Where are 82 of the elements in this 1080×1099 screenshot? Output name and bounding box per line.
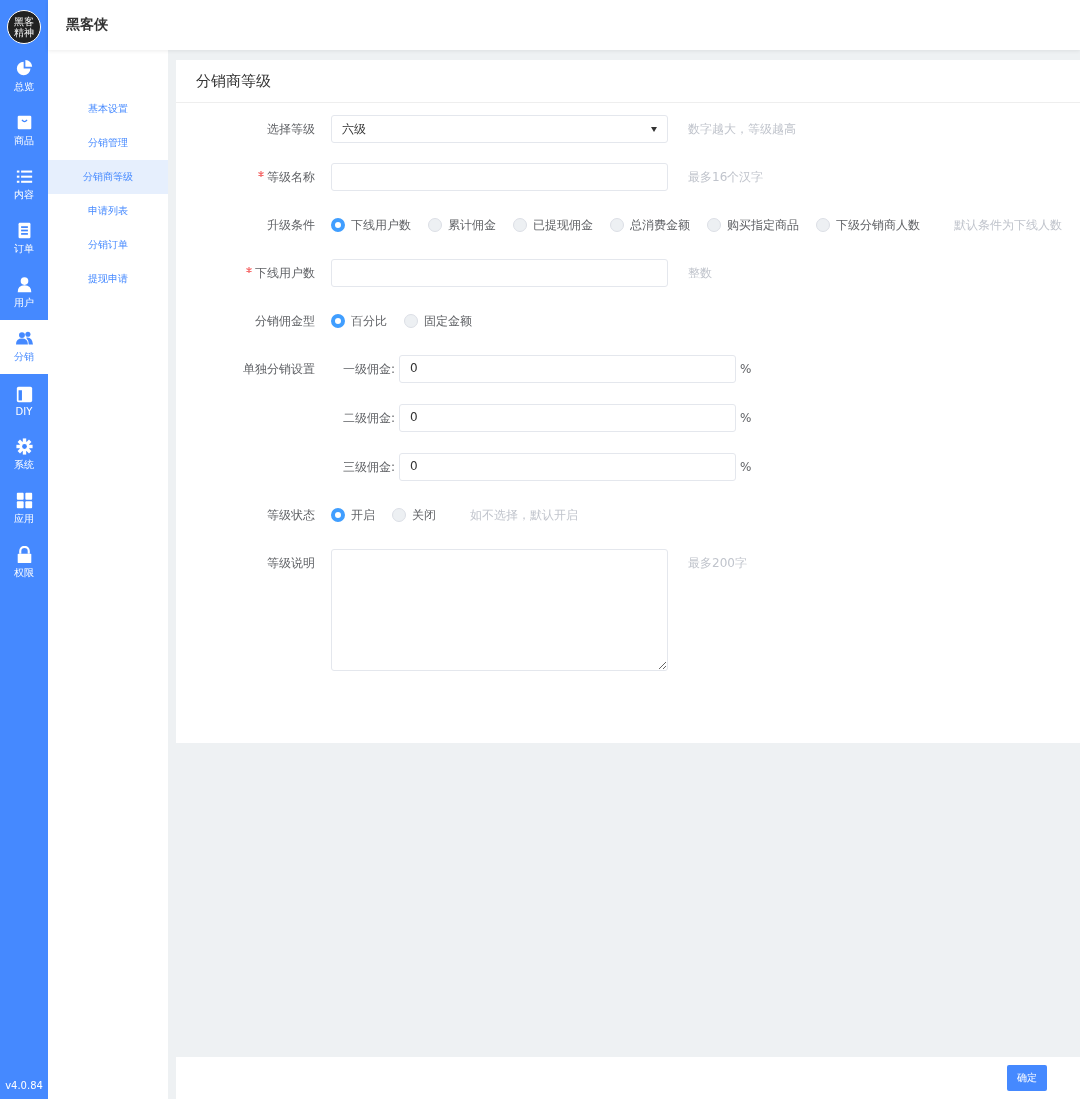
field-label: 等级名称 [267, 170, 315, 184]
radio-button[interactable] [331, 218, 345, 232]
radio-option[interactable]: 固定金额 [404, 312, 472, 330]
option-label: 下线用户数 [351, 216, 411, 234]
grid-icon [15, 492, 33, 509]
version-label: v4.0.84 [4, 1080, 44, 1093]
field-label: 单独分销设置 [243, 362, 315, 376]
nav-item[interactable]: 内容 [0, 158, 48, 212]
field-label: 选择等级 [267, 122, 315, 136]
input-field[interactable]: 0 [399, 453, 736, 481]
nav-item[interactable]: DIY [0, 374, 48, 428]
confirm-button[interactable]: 确定 [1007, 1065, 1047, 1091]
layout-icon [15, 385, 33, 403]
level-select[interactable]: 六级 [331, 115, 668, 143]
option-label: 购买指定商品 [727, 216, 799, 234]
required-icon [258, 171, 264, 177]
user-icon [15, 276, 33, 293]
submenu-item[interactable]: 分销商等级 [48, 160, 168, 194]
field-label: 等级状态 [267, 508, 315, 522]
nav-item[interactable]: 系统 [0, 428, 48, 482]
radio-option[interactable]: 百分比 [331, 312, 387, 330]
radio-option[interactable]: 下级分销商人数 [816, 216, 920, 234]
field-label: 三级佣金: [341, 458, 395, 476]
field-label: 下线用户数 [255, 266, 315, 280]
option-label: 已提现佣金 [533, 216, 593, 234]
page-title: 分销商等级 [176, 60, 1080, 103]
submenu-item[interactable]: 分销管理 [48, 126, 168, 160]
submenu-item[interactable]: 基本设置 [48, 92, 168, 126]
input-field[interactable]: 0 [399, 355, 736, 383]
field-label: 升级条件 [267, 218, 315, 232]
radio-option[interactable]: 总消费金额 [610, 216, 690, 234]
input-field[interactable]: 0 [399, 404, 736, 432]
app-title: 黑客侠 [66, 16, 108, 34]
option-label: 百分比 [351, 312, 387, 330]
submenu-item[interactable]: 分销订单 [48, 228, 168, 262]
submenu-item[interactable]: 提现申请 [48, 262, 168, 296]
lock-icon [15, 546, 33, 563]
radio-option[interactable]: 累计佣金 [428, 216, 496, 234]
input-field[interactable] [331, 163, 668, 191]
nav-item[interactable]: 应用 [0, 482, 48, 536]
nav-item[interactable]: 总览 [0, 50, 48, 104]
unit-label: % [740, 362, 752, 376]
input-field[interactable] [331, 259, 668, 287]
bag-icon [15, 114, 33, 131]
nav-item[interactable]: 分销 [0, 320, 48, 374]
field-label: 等级说明 [267, 556, 315, 570]
option-label: 关闭 [412, 506, 436, 524]
option-label: 总消费金额 [630, 216, 690, 234]
option-label: 累计佣金 [448, 216, 496, 234]
radio-button[interactable] [331, 508, 345, 522]
hint-text: 数字越大，等级越高 [688, 121, 796, 138]
hint-text: 最多16个汉字 [688, 169, 764, 186]
option-label: 开启 [351, 506, 375, 524]
caret-icon [651, 126, 657, 132]
textarea-field[interactable] [331, 549, 668, 671]
hint-text: 最多200字 [688, 555, 747, 572]
radio-option[interactable]: 关闭 [392, 506, 436, 524]
submenu-item[interactable]: 申请列表 [48, 194, 168, 228]
pie-chart-icon [15, 60, 33, 77]
logo: 黑客 精神 [7, 10, 41, 44]
nav-item[interactable]: 商品 [0, 104, 48, 158]
hint-text: 默认条件为下线人数 [954, 217, 1062, 234]
option-label: 固定金额 [424, 312, 472, 330]
required-icon [246, 267, 252, 273]
users-icon [15, 330, 33, 347]
gear-icon [15, 438, 33, 455]
nav-item[interactable]: 用户 [0, 266, 48, 320]
field-label: 分销佣金型 [255, 314, 315, 328]
nav-item[interactable]: 订单 [0, 212, 48, 266]
radio-button[interactable] [331, 314, 345, 328]
nav-item[interactable]: 权限 [0, 536, 48, 590]
field-label: 一级佣金: [341, 360, 395, 378]
unit-label: % [740, 411, 752, 425]
option-label: 下级分销商人数 [836, 216, 920, 234]
list-icon [15, 168, 33, 185]
radio-option[interactable]: 下线用户数 [331, 216, 411, 234]
hint-text: 整数 [688, 265, 712, 282]
radio-option[interactable]: 开启 [331, 506, 375, 524]
radio-option[interactable]: 购买指定商品 [707, 216, 799, 234]
field-label: 二级佣金: [341, 409, 395, 427]
unit-label: % [740, 460, 752, 474]
radio-option[interactable]: 已提现佣金 [513, 216, 593, 234]
